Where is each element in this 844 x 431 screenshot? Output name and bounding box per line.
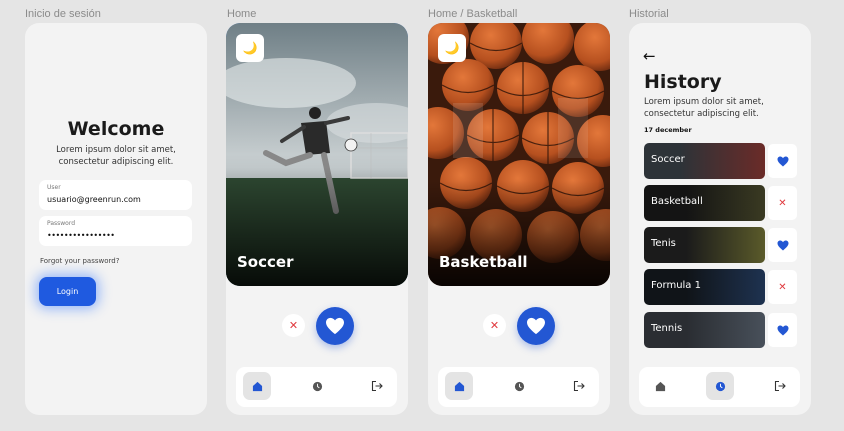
nav-history[interactable] <box>303 372 331 400</box>
history-item[interactable]: Tenis <box>644 227 765 263</box>
x-icon: ✕ <box>489 319 500 332</box>
nav-logout[interactable] <box>363 372 391 400</box>
password-field[interactable]: Password •••••••••••••••• <box>39 216 192 246</box>
soccer-photo <box>226 23 408 286</box>
history-item[interactable]: Basketball <box>644 185 765 221</box>
nav-logout[interactable] <box>565 372 593 400</box>
card-title: Soccer <box>237 253 294 271</box>
history-status-dislike[interactable]: ✕ <box>768 186 797 220</box>
user-field[interactable]: User usuario@greenrun.com <box>39 180 192 210</box>
heart-icon <box>326 317 344 335</box>
history-title: History <box>644 71 722 93</box>
nav-logout[interactable] <box>766 372 794 400</box>
heart-icon <box>527 317 545 335</box>
home-screen: 🌙 Soccer ✕ <box>226 23 408 415</box>
dislike-button[interactable]: ✕ <box>483 314 506 337</box>
user-input[interactable]: usuario@greenrun.com <box>47 195 141 204</box>
history-item[interactable]: Soccer <box>644 143 765 179</box>
history-item[interactable]: Tennis <box>644 312 765 348</box>
sport-card[interactable]: 🌙 Soccer <box>226 23 408 286</box>
nav-history[interactable] <box>706 372 734 400</box>
x-icon: ✕ <box>288 319 299 332</box>
login-title: Welcome <box>67 118 165 140</box>
bottom-nav <box>639 367 800 407</box>
clock-icon <box>312 381 322 391</box>
history-item-name: Formula 1 <box>651 280 701 291</box>
theme-toggle-button[interactable]: 🌙 <box>236 34 264 62</box>
bottom-nav <box>438 367 599 407</box>
back-arrow-icon: ← <box>643 47 656 65</box>
card-title: Basketball <box>439 253 528 271</box>
nav-home[interactable] <box>445 372 473 400</box>
nav-history[interactable] <box>505 372 533 400</box>
like-button[interactable] <box>517 307 555 345</box>
heart-icon <box>777 240 788 250</box>
history-item-name: Soccer <box>651 154 685 165</box>
heart-icon <box>777 325 788 335</box>
login-screen: Welcome Lorem ipsum dolor sit amet, cons… <box>25 23 207 415</box>
home-icon <box>454 381 464 391</box>
nav-home[interactable] <box>243 372 271 400</box>
logout-icon <box>371 380 383 392</box>
x-icon: ✕ <box>778 197 787 209</box>
history-status-like[interactable] <box>768 313 797 347</box>
history-status-like[interactable] <box>768 144 797 178</box>
history-item[interactable]: Formula 1 <box>644 269 765 305</box>
history-item-name: Tennis <box>651 323 683 334</box>
sport-card[interactable]: 🌙 Basketball <box>428 23 610 286</box>
history-subtitle: Lorem ipsum dolor sit amet, consectetur … <box>644 97 764 119</box>
history-item-name: Basketball <box>651 196 703 207</box>
basketball-photo <box>428 23 610 286</box>
frame-label-home-basketball: Home / Basketball <box>428 8 518 20</box>
user-label: User <box>47 184 61 191</box>
logout-icon <box>774 380 786 392</box>
logout-icon <box>573 380 585 392</box>
heart-icon <box>777 156 788 166</box>
x-icon: ✕ <box>778 281 787 293</box>
home-icon <box>655 381 665 391</box>
history-status-like[interactable] <box>768 228 797 262</box>
clock-icon <box>715 381 725 391</box>
login-subtitle: Lorem ipsum dolor sit amet, consectetur … <box>56 145 176 167</box>
bottom-nav <box>236 367 397 407</box>
dislike-button[interactable]: ✕ <box>282 314 305 337</box>
home-icon <box>252 381 262 391</box>
home-basketball-screen: 🌙 Basketball ✕ <box>428 23 610 415</box>
history-status-dislike[interactable]: ✕ <box>768 270 797 304</box>
theme-toggle-button[interactable]: 🌙 <box>438 34 466 62</box>
moon-icon: 🌙 <box>444 41 460 55</box>
frame-label-home: Home <box>227 8 257 20</box>
history-item-name: Tenis <box>651 238 676 249</box>
like-button[interactable] <box>316 307 354 345</box>
login-button[interactable]: Login <box>39 277 96 306</box>
history-date: 17 december <box>644 126 692 134</box>
nav-home[interactable] <box>646 372 674 400</box>
history-screen: ← History Lorem ipsum dolor sit amet, co… <box>629 23 811 415</box>
frame-label-login: Inicio de sesión <box>25 8 101 20</box>
forgot-password-link[interactable]: Forgot your password? <box>40 257 119 265</box>
password-label: Password <box>47 220 76 227</box>
frame-label-history: Historial <box>629 8 669 20</box>
clock-icon <box>514 381 524 391</box>
back-button[interactable]: ← <box>643 47 656 65</box>
password-input[interactable]: •••••••••••••••• <box>47 231 115 240</box>
moon-icon: 🌙 <box>242 41 258 55</box>
